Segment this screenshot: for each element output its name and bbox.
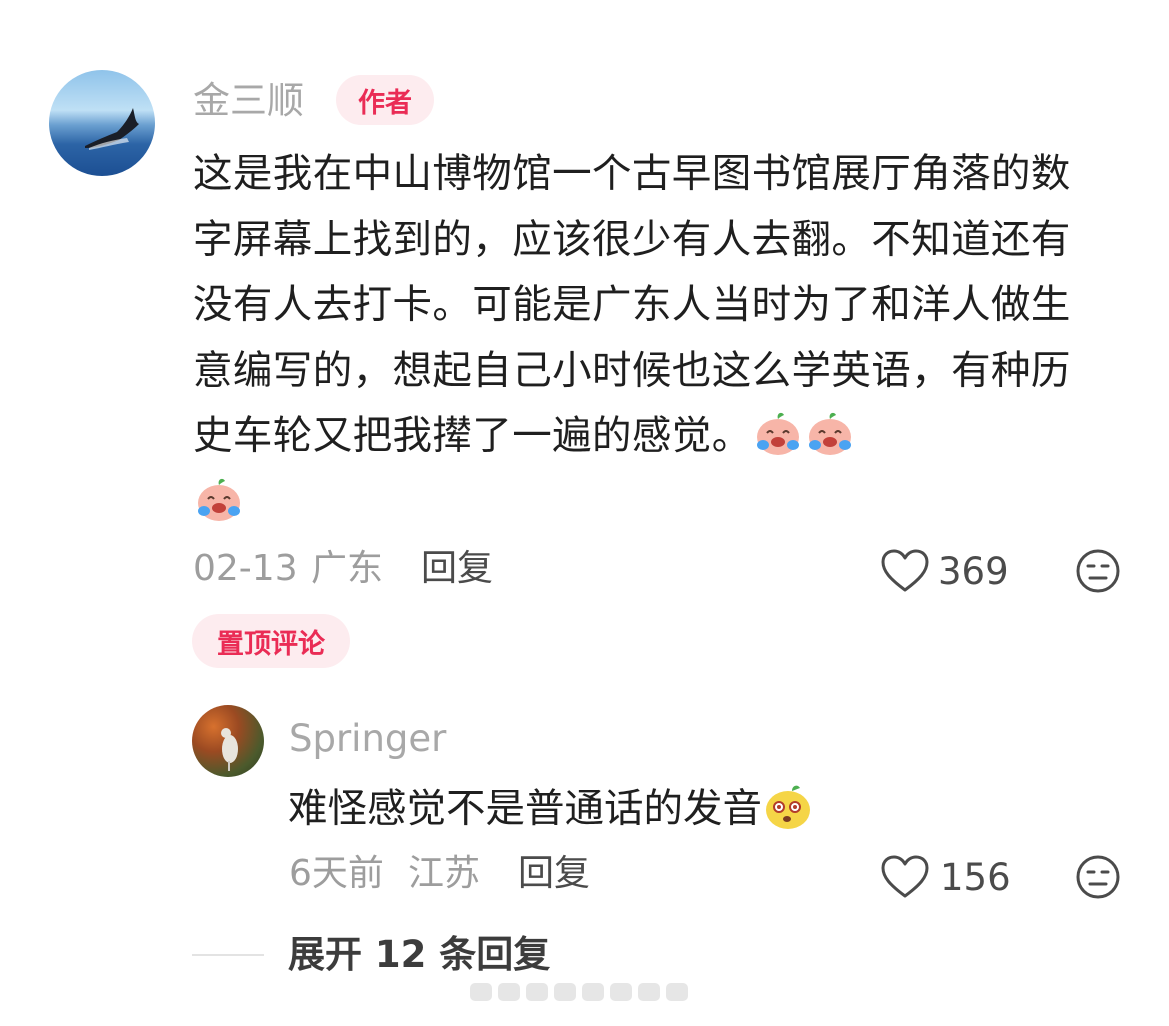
reply-button[interactable]: 回复 — [421, 551, 493, 587]
divider — [192, 954, 264, 956]
avatar[interactable] — [49, 70, 155, 176]
comment-body: 这是我在中山博物馆一个古早图书馆展厅角落的数字屏幕上找到的，应该很少有人去翻。不… — [193, 142, 1093, 535]
heart-icon[interactable] — [880, 548, 930, 594]
username[interactable]: 金三顺 — [193, 82, 304, 119]
dislike-face-icon[interactable] — [1075, 854, 1121, 900]
crying-laughing-emoji-icon — [808, 412, 851, 455]
surprised-face-emoji-icon — [766, 785, 810, 829]
dislike-face-icon[interactable] — [1075, 548, 1121, 594]
whale-tail-icon — [85, 108, 139, 150]
watermark — [470, 983, 688, 1001]
reply-location: 江苏 — [408, 853, 481, 894]
like-count: 369 — [938, 550, 1009, 593]
author-badge: 作者 — [336, 75, 434, 125]
reply-text: 难怪感觉不是普通话的发音 — [288, 786, 762, 832]
heart-icon[interactable] — [880, 854, 930, 900]
crying-laughing-emoji-icon — [756, 412, 799, 455]
pinned-badge: 置顶评论 — [192, 614, 350, 668]
username[interactable]: Springer — [289, 720, 446, 757]
bird-photo-icon — [221, 728, 238, 771]
comment-text: 这是我在中山博物馆一个古早图书馆展厅角落的数字屏幕上找到的，应该很少有人去翻。不… — [193, 151, 1071, 459]
avatar[interactable] — [192, 705, 264, 777]
comment-date: 02-13 — [193, 548, 298, 589]
comment-location: 广东 — [311, 548, 384, 589]
reply-date: 6天前 — [289, 853, 384, 894]
crying-laughing-emoji-icon — [198, 478, 240, 521]
like-count: 156 — [940, 856, 1011, 899]
reply-button[interactable]: 回复 — [518, 856, 590, 892]
reply-body: 难怪感觉不是普通话的发音 — [288, 780, 814, 835]
expand-replies-button[interactable]: 展开 12 条回复 — [288, 936, 550, 973]
